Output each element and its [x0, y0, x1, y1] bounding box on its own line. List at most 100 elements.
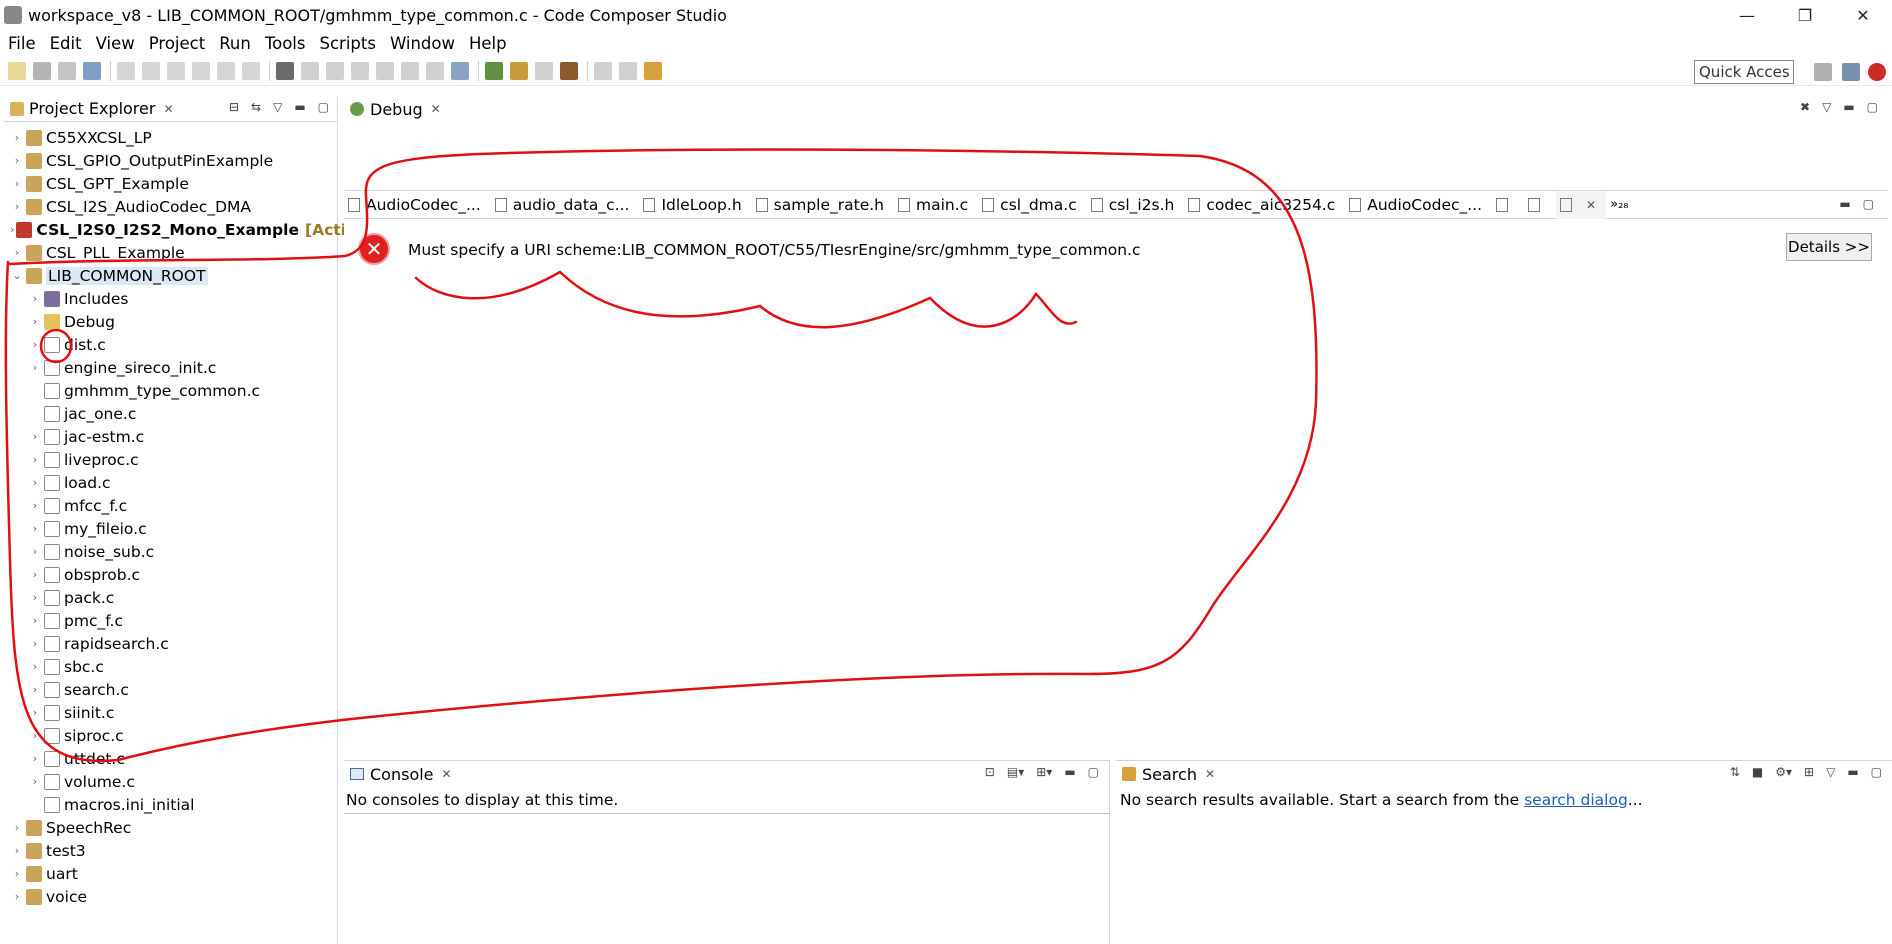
chevron-right-icon[interactable]: ›: [28, 545, 42, 558]
chevron-right-icon[interactable]: ›: [28, 476, 42, 489]
restart-icon[interactable]: [426, 61, 444, 80]
step-filter-icon[interactable]: [535, 61, 553, 80]
tree-item[interactable]: › uart: [4, 862, 337, 885]
expressions-icon[interactable]: [326, 61, 344, 80]
details-button[interactable]: Details >>: [1786, 233, 1872, 261]
breakpoints-icon[interactable]: [351, 61, 369, 80]
tree-item[interactable]: › uttdet.c: [4, 747, 337, 770]
chevron-right-icon[interactable]: ›: [28, 683, 42, 696]
tree-item[interactable]: › CSL_I2S_AudioCodec_DMA: [4, 195, 337, 218]
tree-item[interactable]: › load.c: [4, 471, 337, 494]
editor-tab[interactable]: csl_dma.c: [978, 191, 1087, 219]
connect-target-icon[interactable]: [401, 61, 419, 80]
chevron-right-icon[interactable]: ›: [28, 706, 42, 719]
chevron-right-icon[interactable]: ›: [28, 729, 42, 742]
minimize-view-icon[interactable]: ▬: [294, 100, 305, 114]
save-all-icon[interactable]: [58, 61, 76, 80]
open-file-icon[interactable]: [594, 61, 612, 80]
tree-item[interactable]: › voice: [4, 885, 337, 908]
chevron-right-icon[interactable]: ›: [28, 775, 42, 788]
new-icon[interactable]: [8, 61, 26, 80]
tree-item[interactable]: › siproc.c: [4, 724, 337, 747]
tree-item[interactable]: › pmc_f.c: [4, 609, 337, 632]
tree-item[interactable]: › dist.c: [4, 333, 337, 356]
chevron-right-icon[interactable]: ›: [10, 131, 24, 144]
tree-item[interactable]: › engine_sireco_init.c: [4, 356, 337, 379]
menu-file[interactable]: File: [8, 34, 36, 53]
view-menu-icon[interactable]: ▽: [1826, 765, 1835, 779]
chevron-right-icon[interactable]: ›: [28, 361, 42, 374]
step-over-icon[interactable]: [217, 61, 235, 80]
chevron-right-icon[interactable]: ›: [28, 660, 42, 673]
tool-wand-icon[interactable]: [644, 61, 662, 80]
minimize-view-icon[interactable]: ▬: [1064, 765, 1075, 779]
quick-access-input[interactable]: [1694, 60, 1794, 84]
chevron-right-icon[interactable]: ›: [28, 315, 42, 328]
close-icon[interactable]: ✕: [1205, 767, 1215, 781]
view-menu-icon[interactable]: ▽: [273, 100, 282, 114]
registers-icon[interactable]: [301, 61, 319, 80]
cancel-search-icon[interactable]: ■: [1752, 765, 1763, 779]
menu-run[interactable]: Run: [219, 34, 251, 53]
display-console-icon[interactable]: ▤▾: [1007, 765, 1024, 779]
debug-view-icon[interactable]: [83, 61, 101, 80]
chevron-right-icon[interactable]: ›: [28, 752, 42, 765]
close-button[interactable]: ✕: [1834, 0, 1892, 30]
maximize-view-icon[interactable]: ▢: [1867, 100, 1878, 114]
chevron-right-icon[interactable]: ›: [28, 522, 42, 535]
view-menu-icon[interactable]: ▽: [1822, 100, 1831, 114]
tree-item[interactable]: ⌄ LIB_COMMON_ROOT: [4, 264, 337, 287]
minimize-view-icon[interactable]: ▬: [1843, 100, 1854, 114]
chevron-right-icon[interactable]: ›: [28, 637, 42, 650]
tab-search[interactable]: Search ✕: [1116, 761, 1221, 787]
open-console-icon[interactable]: ⊞▾: [1036, 765, 1052, 779]
chevron-down-icon[interactable]: ⌄: [10, 269, 24, 282]
chevron-right-icon[interactable]: ›: [10, 154, 24, 167]
minimize-view-icon[interactable]: ▬: [1847, 765, 1858, 779]
chevron-right-icon[interactable]: ›: [10, 200, 24, 213]
tree-item[interactable]: › obsprob.c: [4, 563, 337, 586]
chevron-right-icon[interactable]: ›: [28, 453, 42, 466]
maximize-view-icon[interactable]: ▢: [1863, 197, 1874, 211]
search-icon[interactable]: [619, 61, 637, 80]
tree-item[interactable]: › sbc.c: [4, 655, 337, 678]
load-program-icon[interactable]: [451, 61, 469, 80]
tree-item[interactable]: › Debug: [4, 310, 337, 333]
tree-item[interactable]: › liveproc.c: [4, 448, 337, 471]
show-next-match-icon[interactable]: ⇅: [1730, 765, 1740, 779]
tree-item[interactable]: › CSL_PLL_Example: [4, 241, 337, 264]
close-icon[interactable]: ✕: [1586, 198, 1596, 212]
menu-help[interactable]: Help: [469, 34, 507, 53]
chevron-right-icon[interactable]: ›: [28, 292, 42, 305]
tree-item[interactable]: › noise_sub.c: [4, 540, 337, 563]
editor-tab[interactable]: AudioCodec_...: [344, 191, 491, 219]
editor-tab[interactable]: IdleLoop.h: [639, 191, 751, 219]
terminate-icon[interactable]: [167, 61, 185, 80]
editor-tab[interactable]: audio_data_c...: [491, 191, 640, 219]
disassembly-icon[interactable]: [376, 61, 394, 80]
editor-tab[interactable]: sample_rate.h: [752, 191, 894, 219]
tree-item[interactable]: › mfcc_f.c: [4, 494, 337, 517]
suspend-icon[interactable]: [142, 61, 160, 80]
link-editor-icon[interactable]: ⇆: [251, 100, 261, 114]
save-icon[interactable]: [33, 61, 51, 80]
tree-item[interactable]: › CSL_GPT_Example: [4, 172, 337, 195]
maximize-view-icon[interactable]: ▢: [318, 100, 329, 114]
chevron-right-icon[interactable]: ›: [28, 338, 42, 351]
debug-bug-icon[interactable]: [485, 61, 503, 80]
restore-button[interactable]: ❐: [1776, 0, 1834, 30]
tree-item[interactable]: › Includes: [4, 287, 337, 310]
editor-tab[interactable]: codec_aic3254.c: [1184, 191, 1345, 219]
step-return-icon[interactable]: [242, 61, 260, 80]
search-dialog-link[interactable]: search dialog: [1524, 791, 1628, 809]
tree-item[interactable]: › siinit.c: [4, 701, 337, 724]
tree-item[interactable]: › jac-estm.c: [4, 425, 337, 448]
ccs-debug-perspective-icon[interactable]: [1868, 63, 1886, 81]
ccs-edit-perspective-icon[interactable]: [1842, 63, 1860, 81]
run-external-icon[interactable]: [510, 61, 528, 80]
chevron-right-icon[interactable]: ›: [10, 867, 24, 880]
chevron-right-icon[interactable]: ›: [10, 223, 14, 236]
tab-project-explorer[interactable]: Project Explorer ✕: [4, 96, 180, 122]
open-perspective-icon[interactable]: [1814, 63, 1832, 81]
memory-browser-icon[interactable]: [276, 61, 294, 80]
